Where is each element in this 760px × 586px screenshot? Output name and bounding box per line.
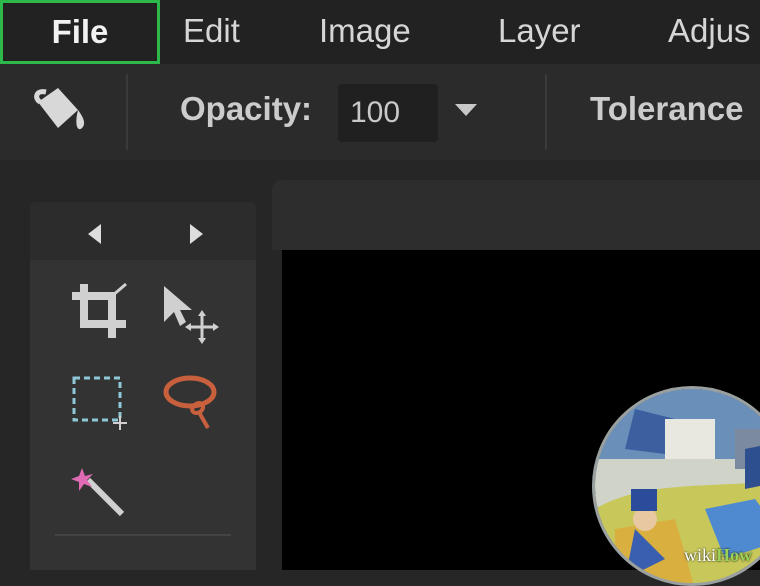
paint-bucket-icon[interactable] bbox=[28, 82, 90, 138]
toolbox-panel bbox=[30, 202, 256, 570]
marquee-select-icon[interactable] bbox=[68, 370, 132, 434]
toolbox-header bbox=[30, 202, 256, 260]
magic-wand-icon[interactable] bbox=[68, 460, 132, 524]
watermark-suffix: How bbox=[716, 545, 753, 565]
watermark-prefix: wiki bbox=[684, 545, 717, 565]
opacity-dropdown-icon[interactable] bbox=[455, 104, 477, 116]
wikihow-watermark: wikiHow bbox=[684, 545, 752, 566]
tolerance-label: Tolerance bbox=[590, 90, 744, 127]
toolbox-divider bbox=[55, 534, 231, 536]
menu-bar: File Edit Image Layer Adjus bbox=[0, 0, 760, 64]
opacity-label: Opacity: bbox=[180, 90, 313, 127]
opacity-input[interactable]: 100 bbox=[338, 84, 438, 142]
triangle-right-icon[interactable] bbox=[190, 224, 203, 244]
menu-layer[interactable]: Layer bbox=[498, 0, 581, 62]
menu-edit[interactable]: Edit bbox=[183, 0, 240, 62]
options-separator bbox=[126, 74, 128, 150]
menu-image[interactable]: Image bbox=[319, 0, 411, 62]
options-separator bbox=[545, 74, 547, 150]
canvas-tab-bar bbox=[272, 180, 760, 250]
options-bar: Opacity: 100 Tolerance bbox=[0, 64, 760, 160]
menu-file[interactable]: File bbox=[0, 0, 160, 64]
triangle-left-icon[interactable] bbox=[88, 224, 101, 244]
menu-adjustments[interactable]: Adjus bbox=[668, 0, 751, 62]
move-icon[interactable] bbox=[158, 280, 222, 344]
crop-icon[interactable] bbox=[68, 280, 132, 344]
lasso-icon[interactable] bbox=[158, 370, 222, 434]
